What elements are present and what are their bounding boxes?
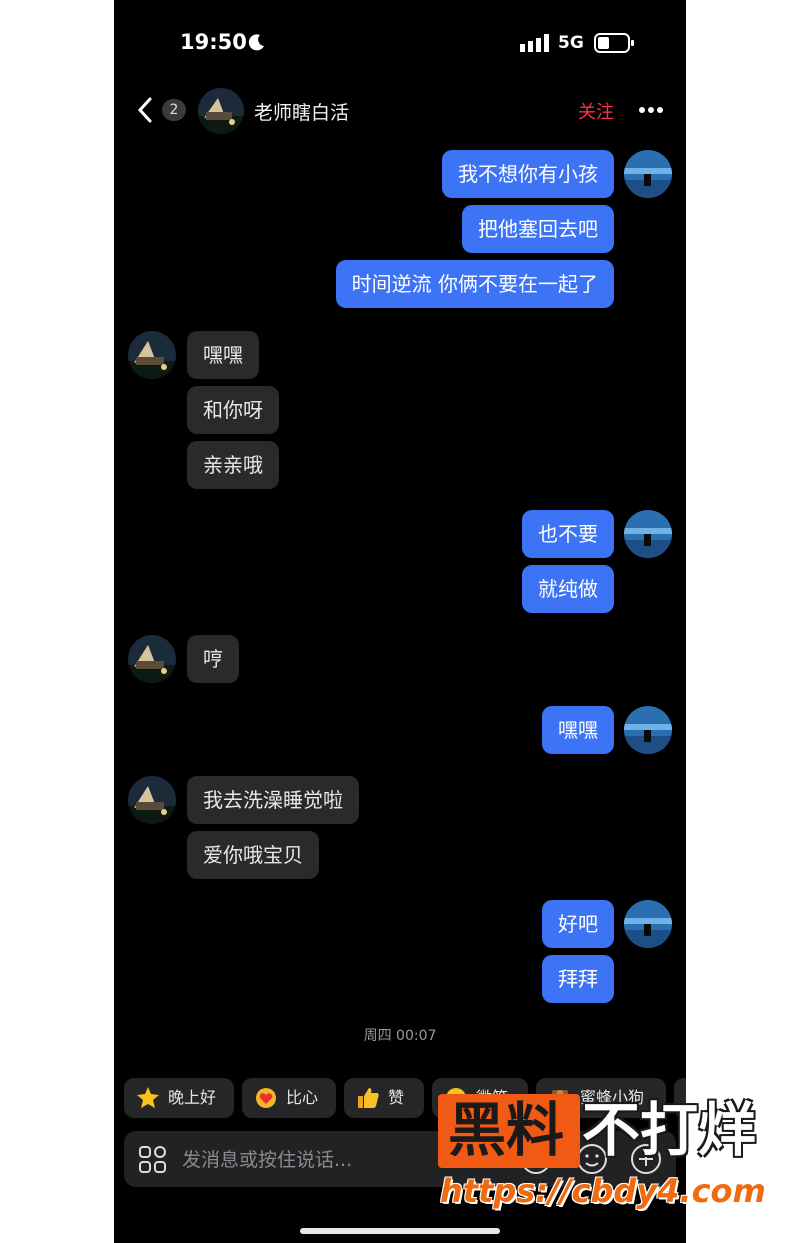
contact-name: 老师瞎白活 — [254, 102, 350, 124]
more-options-icon[interactable] — [638, 106, 664, 114]
my-avatar[interactable] — [624, 510, 672, 558]
message-bubble-in[interactable]: 和你呀 — [187, 386, 279, 434]
quick-reply-label: 晚上好 — [168, 1088, 217, 1107]
message-bubble-out[interactable]: 拜拜 — [542, 955, 614, 1003]
home-indicator[interactable] — [300, 1228, 500, 1234]
contact-avatar[interactable] — [128, 635, 176, 683]
quick-reply-label: 赞 — [388, 1088, 405, 1107]
moon-icon — [248, 34, 264, 51]
unread-badge: 2 — [162, 99, 186, 121]
message-bubble-out[interactable]: 把他塞回去吧 — [462, 205, 614, 253]
message-bubble-in[interactable]: 亲亲哦 — [187, 441, 279, 489]
my-avatar[interactable] — [624, 900, 672, 948]
quick-reply-good-evening[interactable]: 晚上好 — [124, 1078, 234, 1118]
message-bubble-in[interactable]: 嘿嘿 — [187, 331, 259, 379]
my-avatar[interactable] — [624, 150, 672, 198]
apps-icon[interactable] — [138, 1145, 168, 1175]
battery-icon — [594, 33, 634, 53]
message-bubble-out[interactable]: 时间逆流 你俩不要在一起了 — [335, 260, 614, 308]
message-bubble-in[interactable]: 我去洗澡睡觉啦 — [187, 776, 359, 824]
quick-reply-like[interactable]: 赞 — [344, 1078, 424, 1118]
network-label: 5G — [558, 33, 584, 53]
contact-avatar[interactable] — [198, 88, 244, 134]
follow-button[interactable]: 关注 — [578, 98, 614, 124]
signal-icon — [520, 34, 549, 52]
back-icon[interactable] — [134, 96, 156, 124]
star-face-icon — [137, 1087, 159, 1108]
watermark-url: https://cbdy4.com — [440, 1172, 766, 1210]
status-time: 19:50 — [180, 30, 247, 54]
contact-avatar[interactable] — [128, 331, 176, 379]
heart-hands-icon — [256, 1088, 276, 1108]
message-bubble-out[interactable]: 嘿嘿 — [542, 706, 614, 754]
quick-reply-label: 比心 — [286, 1088, 319, 1107]
chat-screen: 19:50 5G 2 老师瞎白活 关注 我不想你有小孩 把他塞回去吧 时间逆流 … — [114, 0, 686, 1243]
watermark-title: 黑料 — [448, 1096, 565, 1164]
message-bubble-in[interactable]: 哼 — [187, 635, 239, 683]
message-timestamp: 周四 00:07 — [363, 1028, 437, 1044]
message-input[interactable] — [180, 1131, 444, 1189]
message-bubble-out[interactable]: 就纯做 — [522, 565, 614, 613]
quick-reply-heart[interactable]: 比心 — [242, 1078, 336, 1118]
watermark-title: 不打烊 — [582, 1096, 757, 1164]
thumbs-up-icon — [358, 1088, 379, 1108]
message-bubble-out[interactable]: 也不要 — [522, 510, 614, 558]
message-bubble-out[interactable]: 我不想你有小孩 — [442, 150, 614, 198]
contact-avatar[interactable] — [128, 776, 176, 824]
my-avatar[interactable] — [624, 706, 672, 754]
message-bubble-out[interactable]: 好吧 — [542, 900, 614, 948]
message-bubble-in[interactable]: 爱你哦宝贝 — [187, 831, 319, 879]
